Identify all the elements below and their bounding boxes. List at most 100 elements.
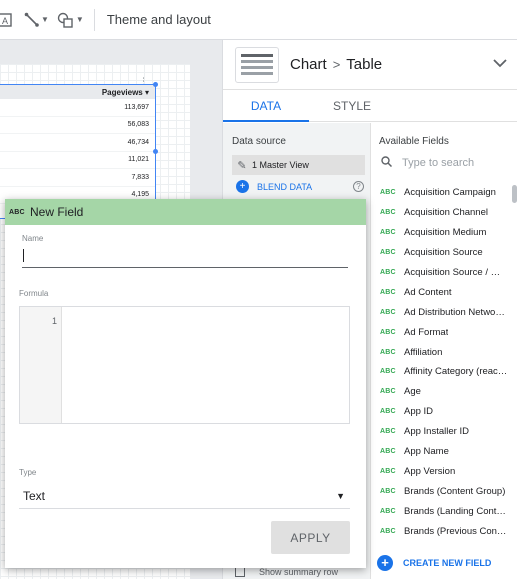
type-label: Type (19, 468, 37, 477)
table-row: 11,021 (0, 152, 155, 169)
available-field-item[interactable]: ABC Acquisition Source (371, 243, 511, 263)
text-cursor (23, 249, 24, 262)
checkbox[interactable] (235, 567, 245, 577)
text-type-icon: ABC (380, 467, 396, 475)
available-field-label: Brands (Content Group) (404, 485, 506, 497)
toolbar: A ▼ ▼ Theme and layout (0, 0, 517, 40)
text-type-icon: ABC (380, 368, 396, 376)
new-field-dialog: ABC New Field Name Formula 1 Type Text ▼… (5, 199, 366, 568)
theme-and-layout-button[interactable]: Theme and layout (107, 12, 211, 27)
show-summary-row-label: Show summary row (259, 567, 339, 577)
table-row: 7,833 (0, 169, 155, 187)
tab-style[interactable]: STYLE (309, 90, 395, 121)
available-field-label: Ad Format (404, 326, 449, 338)
type-select[interactable]: Text ▼ (19, 483, 350, 509)
create-new-field-button[interactable]: + CREATE NEW FIELD (377, 555, 491, 571)
available-field-item[interactable]: ABC App ID (371, 402, 511, 422)
panel-header: Chart > Table (223, 40, 517, 90)
available-field-item[interactable]: ABC Affiliation (371, 342, 511, 362)
breadcrumb-table: Table (346, 56, 383, 73)
blend-data-button[interactable]: + BLEND DATA ? (236, 180, 370, 193)
available-field-item[interactable]: ABC Acquisition Medium (371, 223, 511, 243)
blend-data-label: BLEND DATA (257, 181, 313, 192)
field-search-input[interactable]: Type to search (402, 157, 474, 169)
data-source-title: Data source (232, 136, 286, 147)
available-field-label: Brands (Previous Con… (404, 525, 507, 537)
text-box-icon[interactable]: A (0, 8, 14, 32)
table-chart-icon[interactable] (235, 46, 279, 83)
available-field-item[interactable]: ABC Brands (Landing Cont… (371, 501, 511, 521)
available-field-item[interactable]: ABC Ad Format (371, 322, 511, 342)
name-label: Name (22, 234, 44, 243)
available-field-item[interactable]: ABC Affinity Category (reac… (371, 362, 511, 382)
available-field-label: Affiliation (404, 346, 443, 358)
table-row: 56,083 (0, 117, 155, 134)
dropdown-arrow-icon[interactable]: ▼ (336, 491, 345, 501)
tab-data[interactable]: DATA (223, 90, 309, 122)
line-tool-dropdown-icon[interactable]: ▼ (41, 15, 49, 24)
available-field-label: Acquisition Source / … (404, 267, 501, 278)
svg-text:A: A (2, 16, 8, 26)
available-field-item[interactable]: ABC Acquisition Channel (371, 203, 511, 223)
resize-handle[interactable] (153, 82, 158, 87)
available-field-item[interactable]: ABC Age (371, 382, 511, 402)
available-field-item[interactable]: ABC App Version (371, 461, 511, 481)
text-type-icon: ABC (9, 208, 25, 216)
formula-input[interactable] (62, 307, 349, 423)
data-source-selector[interactable]: ✎ 1 Master View (232, 155, 365, 175)
available-field-item[interactable]: ABC Brands (Previous Con… (371, 521, 511, 541)
available-field-item[interactable]: ABC Acquisition Source / … (371, 263, 511, 283)
available-field-item[interactable]: ABC Acquisition Campaign (371, 183, 511, 203)
line-tool-icon[interactable]: ▼ (24, 8, 49, 32)
available-field-label: Ad Content (404, 286, 452, 298)
resize-handle[interactable] (153, 149, 158, 154)
available-field-label: Acquisition Campaign (404, 187, 496, 199)
breadcrumb: Chart > Table (290, 56, 382, 73)
field-search[interactable]: Type to search (371, 147, 517, 170)
apply-button[interactable]: APPLY (271, 521, 350, 554)
table-row: 46,734 (0, 134, 155, 152)
text-type-icon: ABC (380, 189, 396, 197)
dialog-header: ABC New Field (5, 199, 366, 225)
available-field-label: App Installer ID (404, 426, 469, 438)
text-type-icon: ABC (380, 527, 396, 535)
line-number: 1 (51, 316, 57, 326)
search-icon (381, 156, 393, 170)
available-field-item[interactable]: ABC Ad Content (371, 282, 511, 302)
available-fields-title: Available Fields (379, 136, 449, 147)
name-field[interactable] (22, 244, 348, 268)
toolbar-divider (93, 8, 95, 31)
chevron-right-icon: > (332, 57, 341, 72)
available-field-label: Ad Distribution Netwo… (404, 306, 505, 318)
data-source-name: 1 Master View (252, 160, 309, 170)
formula-label: Formula (19, 289, 49, 298)
available-field-label: Acquisition Medium (404, 227, 487, 239)
chevron-down-icon[interactable] (493, 55, 507, 71)
show-summary-row-toggle[interactable]: Show summary row (235, 567, 338, 577)
available-field-item[interactable]: ABC App Name (371, 442, 511, 462)
shape-tool-dropdown-icon[interactable]: ▼ (76, 15, 84, 24)
table-header-pageviews[interactable]: Pageviews ▾ (0, 85, 155, 99)
available-field-label: App ID (404, 406, 434, 418)
text-type-icon: ABC (380, 448, 396, 456)
text-type-icon: ABC (380, 487, 396, 495)
scrollbar[interactable] (512, 185, 517, 203)
help-icon[interactable]: ? (353, 181, 364, 192)
available-field-item[interactable]: ABC App Installer ID (371, 422, 511, 442)
text-type-icon: ABC (380, 428, 396, 436)
text-type-icon: ABC (380, 288, 396, 296)
formula-editor[interactable]: 1 (19, 306, 350, 424)
available-field-label: App Name (404, 446, 449, 458)
text-type-icon: ABC (380, 209, 396, 217)
table-row: 113,697 (0, 99, 155, 117)
text-type-icon: ABC (380, 229, 396, 237)
text-type-icon: ABC (380, 328, 396, 336)
available-field-item[interactable]: ABC Ad Distribution Netwo… (371, 302, 511, 322)
plus-icon: + (236, 180, 249, 193)
text-type-icon: ABC (380, 408, 396, 416)
available-field-item[interactable]: ABC Brands (Content Group) (371, 481, 511, 501)
plus-icon: + (377, 555, 393, 571)
available-field-label: Acquisition Source (404, 247, 483, 259)
shape-tool-icon[interactable]: ▼ (57, 8, 84, 32)
pencil-icon[interactable]: ✎ (232, 159, 252, 172)
